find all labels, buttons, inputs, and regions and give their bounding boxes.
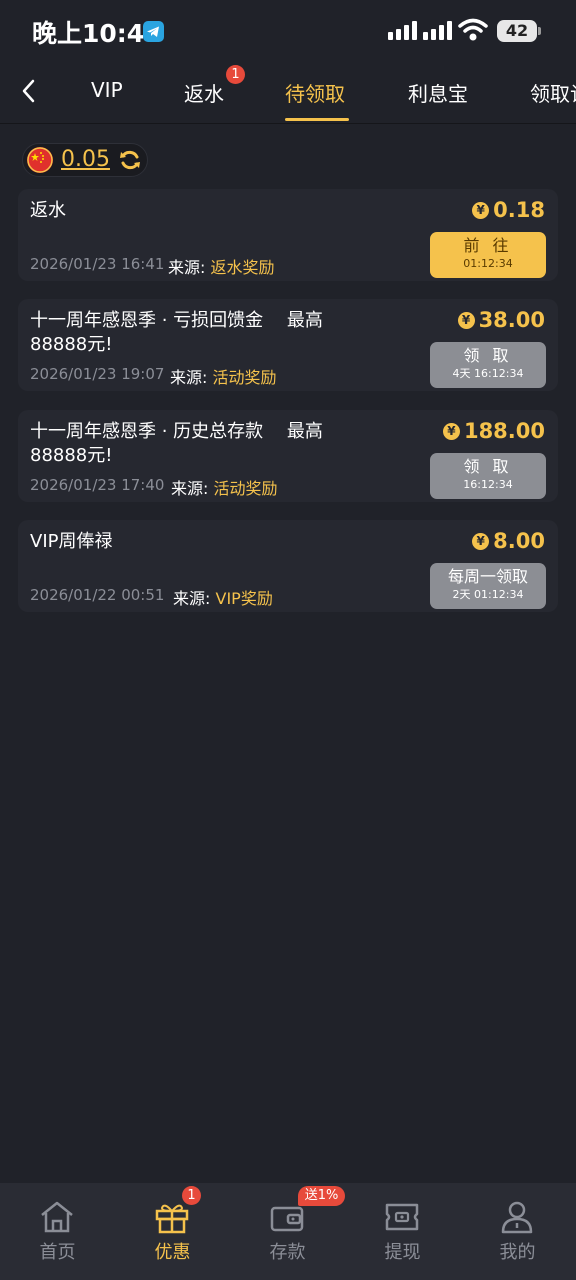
weekly-claim-button[interactable]: 每周一领取 2天 01:12:34 (430, 563, 546, 609)
promotions-badge: 1 (182, 1186, 201, 1205)
china-flag-icon (27, 147, 53, 173)
tab-claim-history[interactable]: 领取记 (530, 78, 576, 107)
signal-icon (388, 21, 452, 40)
reward-title: 返水 (30, 200, 66, 221)
bottom-tab-label: 提现 (384, 1242, 421, 1263)
balance-chip[interactable]: 0.05 (22, 143, 148, 177)
battery-level: 42 (497, 20, 537, 42)
bottom-tab-withdraw[interactable]: 提现 (345, 1183, 460, 1280)
top-nav: VIP 返水 1 待领取 利息宝 领取记 (0, 62, 576, 124)
yuan-coin-icon: ¥ (472, 532, 490, 550)
reward-card-rebate: 返水 ¥0.18 2026/01/23 16:41 来源: 返水奖励 前 往 0… (18, 189, 558, 281)
tab-pending[interactable]: 待领取 (285, 78, 345, 107)
bottom-tab-home[interactable]: 首页 (0, 1183, 115, 1280)
bottom-tab-promotions[interactable]: 优惠 (115, 1183, 230, 1280)
reward-title: VIP周俸禄 (30, 531, 113, 552)
yuan-coin-icon: ¥ (457, 311, 475, 329)
go-button[interactable]: 前 往 01:12:34 (430, 232, 546, 278)
bottom-tab-label: 我的 (499, 1242, 536, 1263)
bottom-tab-bar: 首页 优惠 1 存款 送1% 提现 我的 (0, 1183, 576, 1280)
reward-card-loss-rebate: 十一周年感恩季 · 亏损回馈金 最高88888元! ¥38.00 2026/01… (18, 299, 558, 391)
reward-source: 来源: 返水奖励 (168, 258, 275, 277)
battery-icon (538, 27, 541, 35)
telegram-icon (143, 21, 164, 42)
reward-amount: ¥8.00 (472, 529, 545, 553)
refresh-icon[interactable] (118, 148, 142, 172)
reward-date: 2026/01/22 00:51 (30, 586, 165, 604)
bottom-tab-profile[interactable]: 我的 (460, 1183, 575, 1280)
reward-amount: ¥188.00 (442, 419, 545, 443)
reward-title: 十一周年感恩季 · 亏损回馈金 最高88888元! (30, 310, 323, 355)
reward-source: 来源: 活动奖励 (171, 479, 278, 498)
claim-button[interactable]: 领 取 4天 16:12:34 (430, 342, 546, 388)
status-bar: 晚上10:47 42 (0, 0, 576, 62)
balance-value: 0.05 (61, 147, 110, 172)
reward-card-vip-weekly: VIP周俸禄 ¥8.00 2026/01/22 00:51 来源: VIP奖励 … (18, 520, 558, 612)
tab-interest[interactable]: 利息宝 (408, 78, 468, 107)
bottom-tab-label: 首页 (39, 1242, 76, 1263)
bottom-tab-label: 优惠 (154, 1242, 191, 1263)
reward-amount: ¥38.00 (457, 308, 545, 332)
wifi-icon (458, 18, 488, 41)
profile-icon (501, 1201, 533, 1234)
tab-vip[interactable]: VIP (91, 78, 123, 102)
bottom-tab-label: 存款 (269, 1242, 306, 1263)
yuan-coin-icon: ¥ (442, 422, 460, 440)
reward-date: 2026/01/23 19:07 (30, 365, 165, 383)
active-tab-indicator (285, 118, 349, 121)
back-arrow-icon[interactable] (14, 76, 44, 106)
home-icon (41, 1201, 73, 1233)
withdraw-icon (385, 1203, 419, 1231)
reward-source: 来源: 活动奖励 (170, 368, 277, 387)
yuan-coin-icon: ¥ (472, 201, 490, 219)
deposit-promo-badge: 送1% (298, 1186, 345, 1206)
tab-rebate[interactable]: 返水 (184, 78, 224, 107)
reward-amount: ¥0.18 (472, 198, 545, 222)
reward-source: 来源: VIP奖励 (173, 589, 273, 608)
gift-icon (155, 1204, 189, 1234)
reward-date: 2026/01/23 16:41 (30, 255, 165, 273)
reward-card-total-deposit: 十一周年感恩季 · 历史总存款 最高88888元! ¥188.00 2026/0… (18, 410, 558, 502)
reward-date: 2026/01/23 17:40 (30, 476, 165, 494)
claim-button[interactable]: 领 取 16:12:34 (430, 453, 546, 499)
reward-title: 十一周年感恩季 · 历史总存款 最高88888元! (30, 421, 323, 466)
tab-rebate-badge: 1 (226, 65, 245, 84)
